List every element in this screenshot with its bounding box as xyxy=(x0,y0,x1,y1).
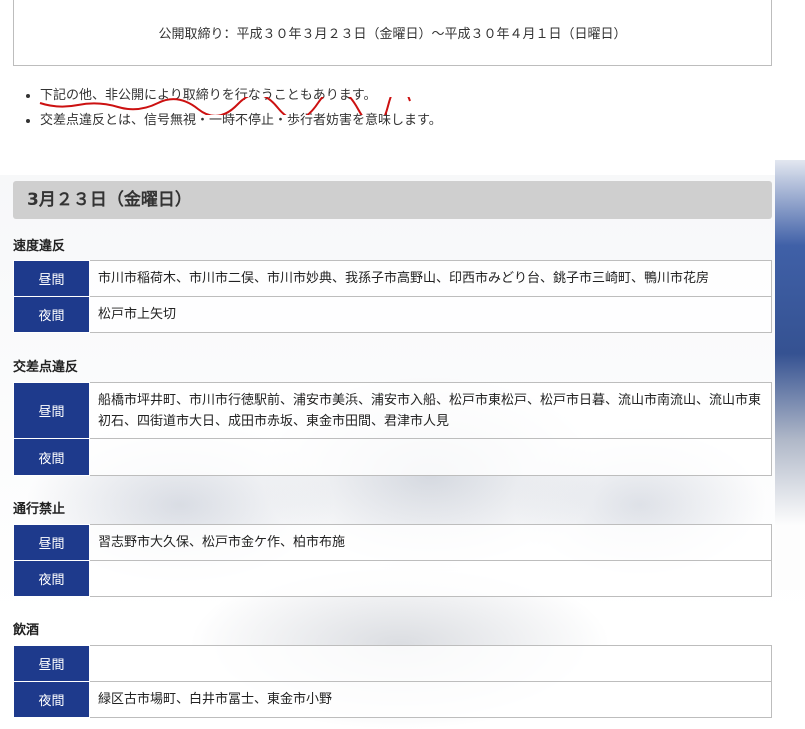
table-row: 夜間 xyxy=(13,560,772,597)
table-row: 昼間 xyxy=(13,645,772,682)
period-cell: 昼間 xyxy=(13,382,90,439)
note-text: 交差点違反とは、信号無視・一時不停止・歩行者妨害を意味します。 xyxy=(40,113,442,128)
table-row: 夜間 松戸市上矢切 xyxy=(13,296,772,333)
schedule-table-intersection: 昼間 船橋市坪井町、市川市行徳駅前、浦安市美浜、浦安市入船、松戸市東松戸、松戸市… xyxy=(13,382,772,476)
period-cell: 夜間 xyxy=(13,438,90,476)
schedule-table-speeding: 昼間 市川市稲荷木、市川市二俣、市川市妙典、我孫子市高野山、印西市みどり台、銚子… xyxy=(13,260,772,333)
schedule-table-drunk-driving: 昼間 夜間 緑区古市場町、白井市冨士、東金市小野 xyxy=(13,645,772,718)
places-cell: 松戸市上矢切 xyxy=(89,296,772,333)
table-row: 昼間 船橋市坪井町、市川市行徳駅前、浦安市美浜、浦安市入船、松戸市東松戸、松戸市… xyxy=(13,382,772,439)
period-cell: 夜間 xyxy=(13,296,90,333)
places-cell: 市川市稲荷木、市川市二俣、市川市妙典、我孫子市高野山、印西市みどり台、銚子市三崎… xyxy=(89,260,772,297)
period-cell: 夜間 xyxy=(13,560,90,597)
period-cell: 昼間 xyxy=(13,260,90,297)
table-row: 昼間 習志野市大久保、松戸市金ケ作、柏市布施 xyxy=(13,524,772,561)
enforcement-period-box: 公開取締り：平成３０年３月２３日（金曜日）〜平成３０年４月１日（日曜日） xyxy=(13,0,772,66)
category-title-no-entry: 通行禁止 xyxy=(13,502,66,517)
table-row: 夜間 xyxy=(13,438,772,476)
background-photo-edge xyxy=(775,160,805,590)
category-title-intersection: 交差点違反 xyxy=(13,360,79,375)
table-row: 夜間 緑区古市場町、白井市冨士、東金市小野 xyxy=(13,681,772,718)
period-cell: 夜間 xyxy=(13,681,90,718)
places-cell xyxy=(89,645,772,682)
places-cell xyxy=(89,438,772,476)
places-cell: 船橋市坪井町、市川市行徳駅前、浦安市美浜、浦安市入船、松戸市東松戸、松戸市日暮、… xyxy=(89,382,772,439)
enforcement-period-text: 公開取締り：平成３０年３月２３日（金曜日）〜平成３０年４月１日（日曜日） xyxy=(158,27,627,42)
period-cell: 昼間 xyxy=(13,645,90,682)
table-row: 昼間 市川市稲荷木、市川市二俣、市川市妙典、我孫子市高野山、印西市みどり台、銚子… xyxy=(13,260,772,297)
schedule-table-no-entry: 昼間 習志野市大久保、松戸市金ケ作、柏市布施 夜間 xyxy=(13,524,772,597)
category-title-speeding: 速度違反 xyxy=(13,239,66,254)
places-cell xyxy=(89,560,772,597)
places-cell: 習志野市大久保、松戸市金ケ作、柏市布施 xyxy=(89,524,772,561)
places-cell: 緑区古市場町、白井市冨士、東金市小野 xyxy=(89,681,772,718)
day-header: 3月２３日（金曜日） xyxy=(13,181,772,219)
category-title-drunk-driving: 飲酒 xyxy=(13,623,40,638)
period-cell: 昼間 xyxy=(13,524,90,561)
red-handwritten-underline xyxy=(39,97,411,115)
